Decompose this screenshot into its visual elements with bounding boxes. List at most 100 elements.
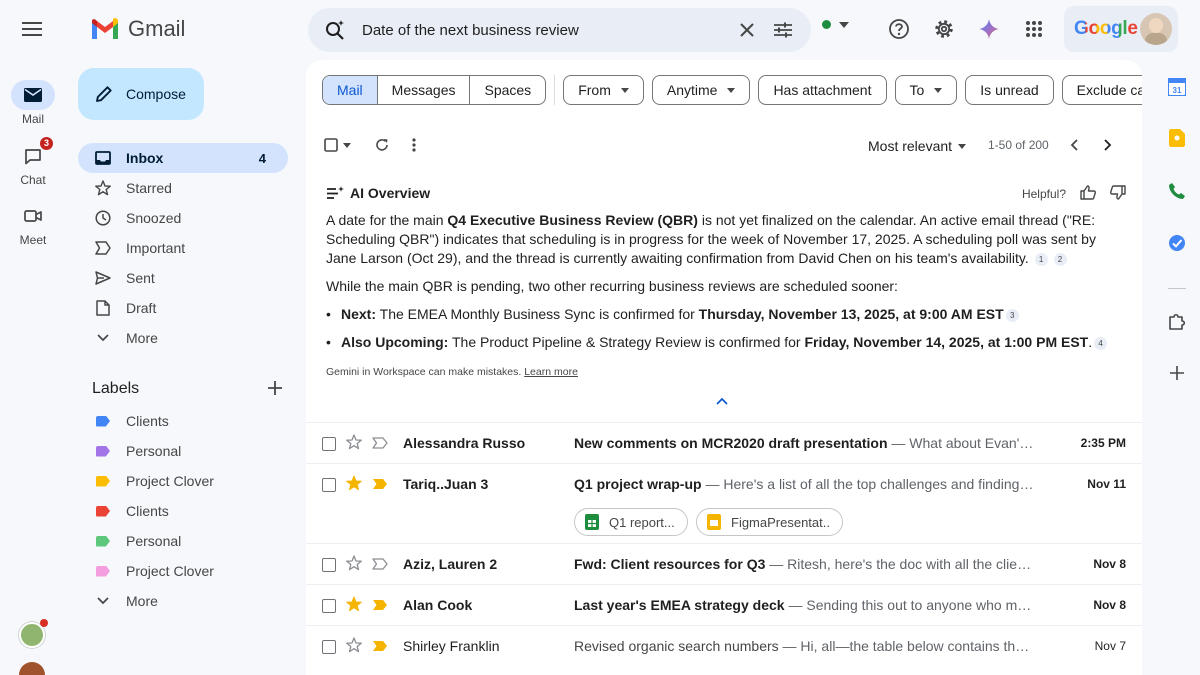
row-checkbox[interactable] xyxy=(322,640,336,654)
segment-mail[interactable]: Mail xyxy=(323,76,378,104)
refresh-button[interactable] xyxy=(371,134,393,156)
next-page-button[interactable] xyxy=(1097,134,1119,156)
row-checkbox[interactable] xyxy=(322,599,336,613)
attachment-chip[interactable]: FigmaPresentat.. xyxy=(696,508,843,536)
email-row[interactable]: Alan Cook Last year's EMEA strategy deck… xyxy=(306,584,1142,625)
user-status-avatar[interactable] xyxy=(19,619,48,648)
email-snippet: — Ritesh, here's the doc with all the cl… xyxy=(765,556,1034,572)
rail-pill: 3 xyxy=(11,137,55,171)
search-bar[interactable] xyxy=(308,8,811,52)
nav-item-draft[interactable]: Draft xyxy=(78,293,288,323)
segment-messages[interactable]: Messages xyxy=(378,76,471,104)
email-snippet: — Sending this out to anyone who miss... xyxy=(784,597,1034,613)
sort-selector[interactable]: Most relevant xyxy=(868,138,967,154)
add-label-button[interactable] xyxy=(268,380,282,398)
gemini-button[interactable] xyxy=(976,16,1002,42)
thumbs-down-button[interactable] xyxy=(1110,185,1126,203)
email-row[interactable]: Aziz, Lauren 2 Fwd: Client resources for… xyxy=(306,543,1142,584)
email-subject: New comments on MCR2020 draft presentati… xyxy=(574,435,888,451)
citation-4[interactable]: 4 xyxy=(1094,336,1108,350)
important-toggle[interactable] xyxy=(372,639,388,655)
select-all-checkbox[interactable] xyxy=(320,134,342,156)
star-toggle[interactable] xyxy=(346,475,362,494)
refresh-icon xyxy=(376,139,388,151)
email-row[interactable]: Shirley Franklin Revised organic search … xyxy=(306,625,1142,666)
row-checkbox[interactable] xyxy=(322,558,336,572)
email-row[interactable]: Tariq..Juan 3 Q1 project wrap-up — Here'… xyxy=(306,463,1142,543)
keep-app-button[interactable] xyxy=(1166,127,1188,149)
star-toggle[interactable] xyxy=(346,596,362,615)
important-toggle[interactable] xyxy=(372,477,388,493)
calendar-app-button[interactable]: 31 xyxy=(1166,76,1188,98)
important-toggle[interactable] xyxy=(372,436,388,452)
nav-item-more[interactable]: More xyxy=(78,323,288,353)
label-item[interactable]: Project Clover xyxy=(78,556,288,586)
ai-summary-icon xyxy=(327,186,344,199)
segment-spaces[interactable]: Spaces xyxy=(470,76,545,104)
star-toggle[interactable] xyxy=(346,555,362,574)
ai-paragraph-2: While the main QBR is pending, two other… xyxy=(326,278,898,294)
thumbs-down-icon xyxy=(1110,185,1126,200)
contact-avatar[interactable] xyxy=(19,662,45,675)
filter-has-attachment[interactable]: Has attachment xyxy=(758,75,887,105)
rail-item-chat[interactable]: 3 Chat xyxy=(0,137,66,187)
get-add-ons-button[interactable] xyxy=(1166,362,1188,384)
nav-item-inbox[interactable]: Inbox 4 xyxy=(78,143,288,173)
rail-label: Chat xyxy=(20,173,46,187)
chip-label: Exclude cale xyxy=(1076,82,1142,98)
select-menu-button[interactable] xyxy=(340,134,354,156)
filter-is-unread[interactable]: Is unread xyxy=(965,75,1054,105)
citation-3[interactable]: 3 xyxy=(1005,308,1019,322)
rail-item-mail[interactable]: Mail xyxy=(0,80,66,126)
labels-more[interactable]: More xyxy=(78,586,288,616)
star-toggle[interactable] xyxy=(346,637,362,656)
main-menu-button[interactable] xyxy=(16,16,48,42)
add-ons-button[interactable] xyxy=(1166,310,1188,332)
email-date: 2:35 PM xyxy=(1080,436,1126,450)
collapse-overview-button[interactable] xyxy=(716,392,728,408)
clear-search-button[interactable] xyxy=(735,18,759,42)
citation-1[interactable]: 1 xyxy=(1034,252,1048,266)
search-input[interactable] xyxy=(362,21,723,39)
nav-item-important[interactable]: Important xyxy=(78,233,288,263)
row-checkbox[interactable] xyxy=(322,437,336,451)
apps-button[interactable] xyxy=(1021,16,1047,42)
attachment-chip[interactable]: Q1 report... xyxy=(574,508,688,536)
important-toggle[interactable] xyxy=(372,557,388,573)
status-selector[interactable] xyxy=(822,20,849,29)
star-toggle[interactable] xyxy=(346,434,362,453)
thumbs-up-button[interactable] xyxy=(1080,185,1096,203)
email-sender: Alessandra Russo xyxy=(403,435,526,451)
label-name: Project Clover xyxy=(126,473,214,489)
rail-item-meet[interactable]: Meet xyxy=(0,201,66,247)
filter-to[interactable]: To xyxy=(894,75,958,105)
prev-page-button[interactable] xyxy=(1063,134,1085,156)
learn-more-link[interactable]: Learn more xyxy=(524,366,578,378)
email-row[interactable]: Alessandra Russo New comments on MCR2020… xyxy=(306,422,1142,463)
nav-item-snoozed[interactable]: Snoozed xyxy=(78,203,288,233)
compose-button[interactable]: Compose xyxy=(78,68,204,120)
nav-item-starred[interactable]: Starred xyxy=(78,173,288,203)
row-checkbox[interactable] xyxy=(322,478,336,492)
label-tag-icon xyxy=(96,445,110,457)
nav-item-sent[interactable]: Sent xyxy=(78,263,288,293)
gmail-logo[interactable]: Gmail xyxy=(90,16,185,42)
filter-anytime[interactable]: Anytime xyxy=(651,75,751,105)
filter-exclude-calendar[interactable]: Exclude cale xyxy=(1061,75,1142,105)
label-item[interactable]: Project Clover xyxy=(78,466,288,496)
label-item[interactable]: Clients xyxy=(78,496,288,526)
citation-2[interactable]: 2 xyxy=(1053,252,1067,266)
tasks-app-button[interactable] xyxy=(1166,232,1188,254)
settings-button[interactable] xyxy=(931,16,957,42)
filter-from[interactable]: From xyxy=(563,75,644,105)
email-date: Nov 11 xyxy=(1087,477,1126,491)
label-item[interactable]: Clients xyxy=(78,406,288,436)
support-button[interactable] xyxy=(886,16,912,42)
more-actions-button[interactable] xyxy=(403,134,425,156)
account-switcher[interactable]: Google xyxy=(1064,6,1178,52)
search-options-button[interactable] xyxy=(771,18,795,42)
voice-app-button[interactable] xyxy=(1166,180,1188,202)
important-toggle[interactable] xyxy=(372,598,388,614)
label-item[interactable]: Personal xyxy=(78,526,288,556)
label-item[interactable]: Personal xyxy=(78,436,288,466)
